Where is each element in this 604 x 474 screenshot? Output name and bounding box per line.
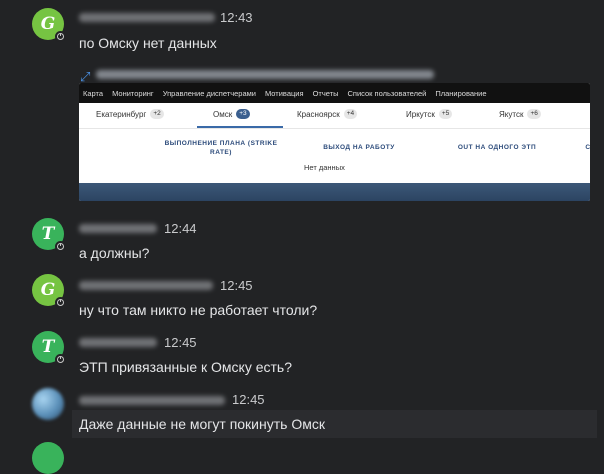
message-timestamp: 12:45 bbox=[164, 335, 197, 350]
message-timestamp: 12:45 bbox=[232, 392, 265, 407]
nav-item: Управление диспетчерами bbox=[162, 88, 256, 98]
avatar[interactable]: G bbox=[32, 274, 66, 308]
message-text: Даже данные не могут покинуть Омск bbox=[79, 416, 325, 432]
nav-item: Карта bbox=[83, 88, 104, 98]
blurred-username[interactable] bbox=[79, 396, 225, 405]
city-tab: Якутск +6 bbox=[499, 109, 541, 119]
count-badge: +4 bbox=[343, 109, 358, 119]
blurred-username[interactable] bbox=[79, 338, 157, 347]
avatar[interactable] bbox=[32, 388, 64, 420]
nav-item: Отчеты bbox=[312, 88, 339, 98]
message-timestamp: 12:45 bbox=[220, 278, 253, 293]
message-timestamp: 12:44 bbox=[164, 221, 197, 236]
column-header: С bbox=[585, 144, 590, 151]
nav-item: Мониторинг bbox=[112, 88, 154, 98]
count-badge: +6 bbox=[527, 109, 541, 119]
city-tab: Екатеринбург +2 bbox=[96, 109, 164, 119]
message-timestamp: 12:43 bbox=[220, 10, 253, 25]
away-status-icon bbox=[55, 241, 66, 252]
away-status-icon bbox=[55, 31, 66, 42]
message-text: ну что там никто не работает чтоли? bbox=[79, 302, 318, 318]
screenshot-nav-bar: Карта Мониторинг Управление диспетчерами… bbox=[79, 83, 590, 103]
nav-item: Список пользователей bbox=[347, 88, 427, 98]
city-tab-active: Омск +3 bbox=[213, 109, 250, 119]
away-status-icon bbox=[55, 297, 66, 308]
column-header: OUT НА ОДНОГО ЭТП bbox=[457, 144, 537, 151]
blurred-username[interactable] bbox=[79, 224, 157, 233]
empty-state-text: Нет данных bbox=[304, 163, 345, 172]
screenshot-city-tabs: Екатеринбург +2 Омск +3 Красноярск +4 Ир… bbox=[79, 109, 590, 125]
count-badge: +2 bbox=[150, 109, 164, 119]
message-text: по Омску нет данных bbox=[79, 35, 217, 51]
nav-item: Планирование bbox=[435, 88, 487, 98]
message-text: а должны? bbox=[79, 245, 150, 261]
city-tab: Красноярск +4 bbox=[297, 109, 358, 119]
avatar[interactable]: T bbox=[32, 218, 66, 252]
attached-screenshot[interactable]: Карта Мониторинг Управление диспетчерами… bbox=[79, 83, 590, 201]
nav-item: Мотивация bbox=[264, 88, 304, 98]
avatar[interactable]: T bbox=[32, 331, 66, 365]
away-status-icon bbox=[55, 354, 66, 365]
screenshot-footer bbox=[79, 183, 590, 201]
avatar[interactable]: G bbox=[32, 8, 66, 42]
count-badge: +5 bbox=[438, 109, 453, 119]
column-header: ВЫПОЛНЕНИЕ ПЛАНА (STRIKE RATE) bbox=[164, 140, 278, 156]
city-tab: Иркутск +5 bbox=[406, 109, 453, 119]
divider bbox=[79, 128, 590, 129]
count-badge: +3 bbox=[236, 109, 250, 119]
blurred-username[interactable] bbox=[79, 281, 213, 290]
message-text: ЭТП привязанные к Омску есть? bbox=[79, 359, 293, 375]
blurred-attachment-link[interactable] bbox=[96, 70, 434, 79]
blurred-username[interactable] bbox=[79, 13, 215, 22]
column-header: ВЫХОД НА РАБОТУ bbox=[323, 144, 395, 151]
